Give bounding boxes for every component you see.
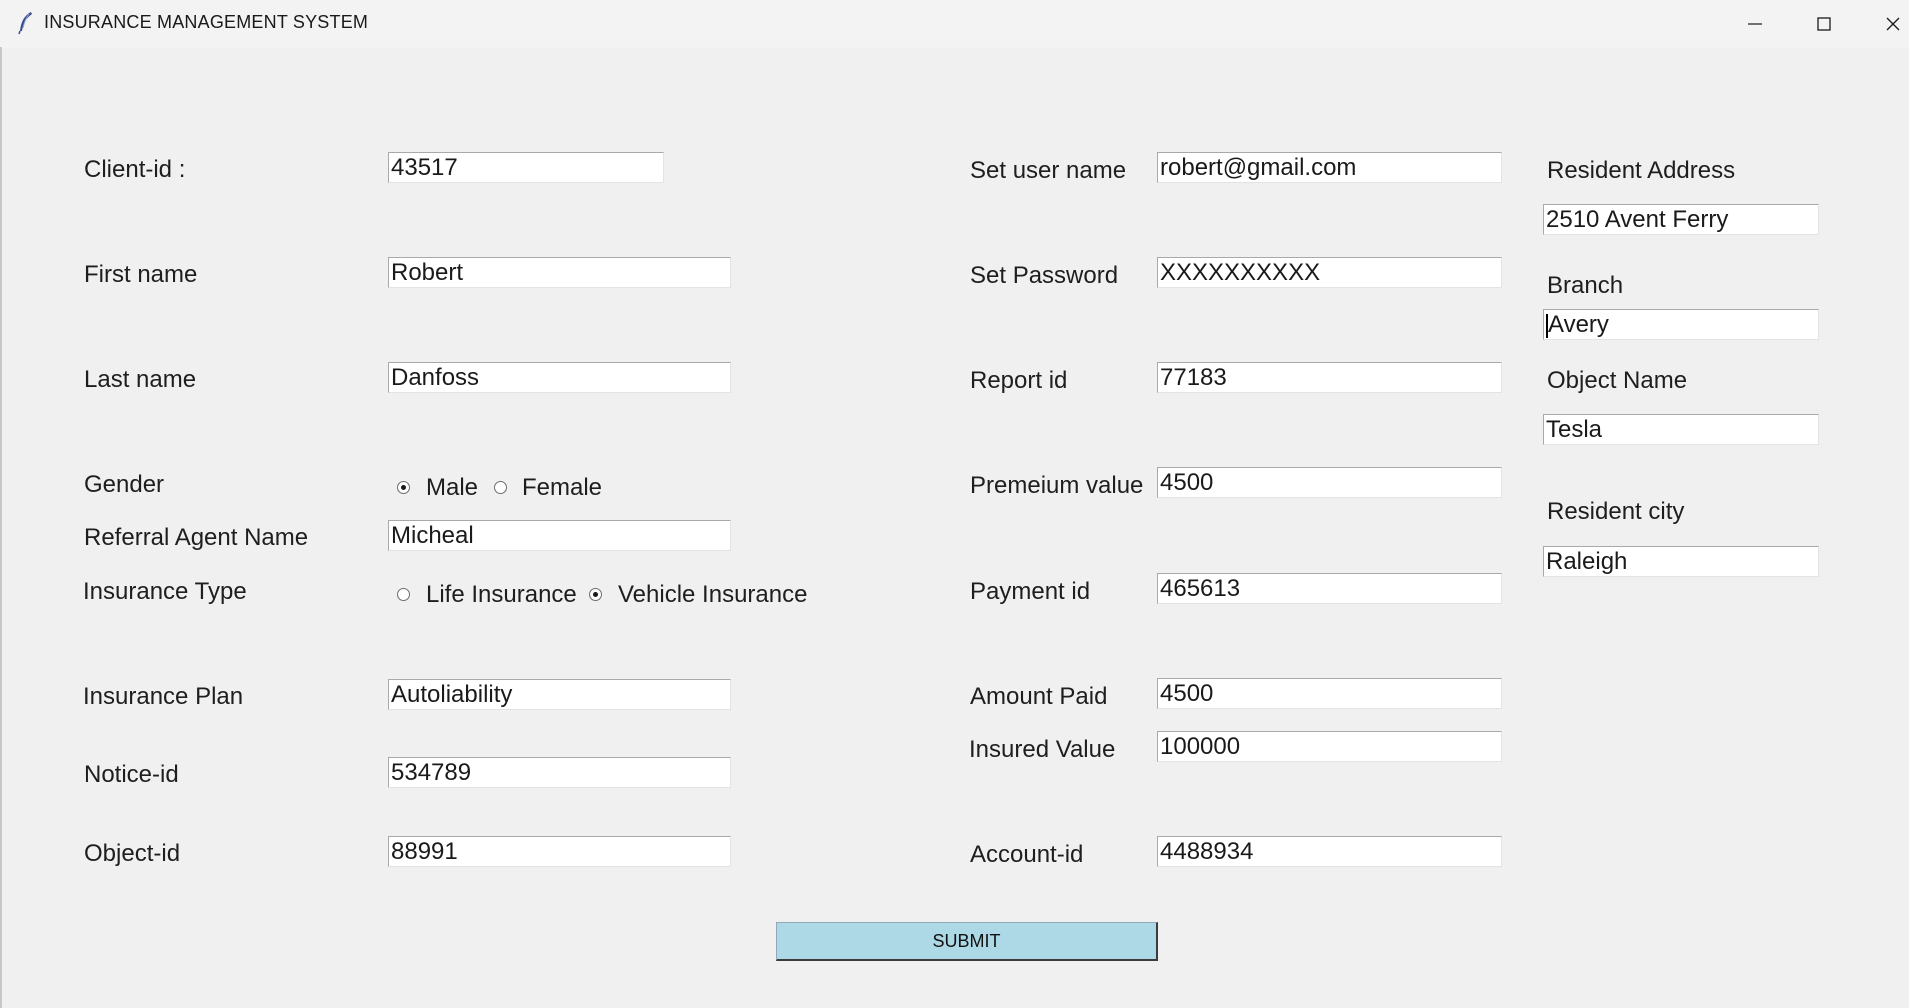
referral-agent-label: Referral Agent Name (84, 524, 309, 551)
object-id-label: Object-id (84, 840, 181, 867)
window-border (0, 47, 2, 1008)
maximize-icon (1816, 16, 1831, 31)
window-title: INSURANCE MANAGEMENT SYSTEM (44, 12, 369, 32)
gender-male-radio[interactable] (397, 481, 410, 494)
gender-male-label[interactable]: Male (426, 474, 478, 502)
payment-id-label: Payment id (970, 578, 1091, 605)
user-name-field[interactable]: robert@gmail.com (1157, 152, 1502, 183)
branch-value: Avery (1548, 311, 1609, 338)
vehicle-insurance-radio[interactable] (589, 588, 602, 601)
payment-id-field[interactable]: 465613 (1157, 573, 1502, 604)
life-insurance-label[interactable]: Life Insurance (426, 581, 577, 609)
branch-field[interactable]: Avery (1543, 309, 1819, 340)
insurance-plan-label: Insurance Plan (83, 683, 244, 710)
object-id-field[interactable]: 88991 (388, 836, 731, 867)
premium-value-label: Premeium value (970, 472, 1144, 499)
resident-city-field[interactable]: Raleigh (1543, 546, 1819, 577)
submit-button[interactable]: SUBMIT (776, 922, 1158, 961)
account-id-label: Account-id (970, 841, 1084, 868)
close-icon (1886, 17, 1899, 30)
notice-id-label: Notice-id (84, 761, 179, 788)
text-cursor (1546, 314, 1548, 338)
life-insurance-radio[interactable] (397, 588, 410, 601)
resident-address-field[interactable]: 2510 Avent Ferry (1543, 204, 1819, 235)
title-bar: INSURANCE MANAGEMENT SYSTEM (0, 0, 1909, 48)
user-name-label: Set user name (970, 157, 1127, 184)
minimize-button[interactable] (1720, 0, 1789, 47)
insured-value-field[interactable]: 100000 (1157, 731, 1502, 762)
client-id-label: Client-id : (84, 156, 186, 183)
first-name-field[interactable]: Robert (388, 257, 731, 288)
maximize-button[interactable] (1789, 0, 1858, 47)
first-name-label: First name (84, 261, 198, 288)
referral-agent-field[interactable]: Micheal (388, 520, 731, 551)
gender-female-label[interactable]: Female (522, 474, 602, 502)
report-id-field[interactable]: 77183 (1157, 362, 1502, 393)
feather-icon (17, 11, 35, 35)
notice-id-field[interactable]: 534789 (388, 757, 731, 788)
amount-paid-label: Amount Paid (970, 683, 1108, 710)
report-id-label: Report id (970, 367, 1068, 394)
insured-value-label: Insured Value (969, 736, 1116, 763)
resident-city-label: Resident city (1547, 498, 1685, 525)
last-name-field[interactable]: Danfoss (388, 362, 731, 393)
insurance-type-label: Insurance Type (83, 578, 247, 605)
password-label: Set Password (970, 262, 1119, 289)
vehicle-insurance-label[interactable]: Vehicle Insurance (618, 581, 807, 609)
password-field[interactable]: XXXXXXXXXX (1157, 257, 1502, 288)
client-id-field[interactable]: 43517 (388, 152, 664, 183)
gender-female-radio[interactable] (494, 481, 507, 494)
resident-address-label: Resident Address (1547, 157, 1736, 184)
last-name-label: Last name (84, 366, 197, 393)
gender-label: Gender (84, 471, 165, 498)
object-name-label: Object Name (1547, 367, 1688, 394)
minimize-icon (1747, 22, 1762, 25)
premium-value-field[interactable]: 4500 (1157, 467, 1502, 498)
amount-paid-field[interactable]: 4500 (1157, 678, 1502, 709)
close-button[interactable] (1858, 0, 1909, 47)
insurance-plan-field[interactable]: Autoliability (388, 679, 731, 710)
object-name-field[interactable]: Tesla (1543, 414, 1819, 445)
branch-label: Branch (1547, 272, 1624, 299)
account-id-field[interactable]: 4488934 (1157, 836, 1502, 867)
